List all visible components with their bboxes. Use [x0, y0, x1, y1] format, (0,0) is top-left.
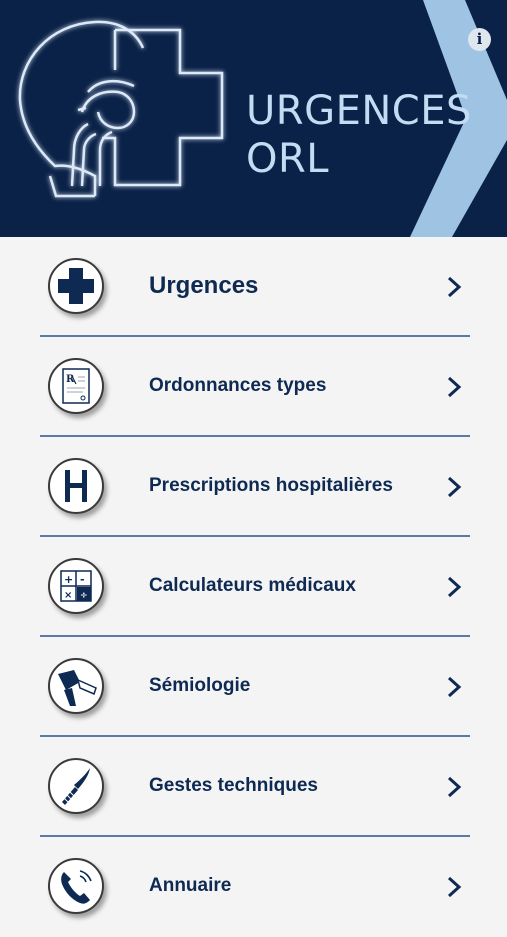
info-icon[interactable]: i	[468, 28, 491, 51]
calculator-icon: + - × ÷	[48, 558, 104, 614]
svg-text:÷: ÷	[80, 591, 88, 601]
app-title-line2: ORL	[246, 136, 330, 182]
app-title-line1: URGENCES	[246, 88, 472, 134]
chevron-right-icon	[447, 276, 462, 298]
otoscope-icon	[48, 658, 104, 714]
menu-item-calculateurs-medicaux[interactable]: + - × ÷ Calculateurs médicaux	[0, 537, 507, 637]
chevron-right-icon	[447, 476, 462, 498]
phone-icon	[48, 858, 104, 914]
menu-item-urgences[interactable]: Urgences	[0, 237, 507, 337]
svg-text:-: -	[80, 573, 85, 586]
app-header: URGENCES ORL i	[0, 0, 507, 237]
menu-item-gestes-techniques[interactable]: Gestes techniques	[0, 737, 507, 837]
menu-item-semiologie[interactable]: Sémiologie	[0, 637, 507, 737]
menu-item-label: Prescriptions hospitalières	[149, 475, 393, 496]
menu-item-label: Sémiologie	[149, 675, 251, 696]
scalpel-icon	[48, 758, 104, 814]
svg-text:×: ×	[64, 590, 72, 601]
chevron-right-icon	[447, 776, 462, 798]
hospital-icon	[48, 458, 104, 514]
chevron-right-icon	[447, 876, 462, 898]
menu-item-prescriptions-hospitalieres[interactable]: Prescriptions hospitalières	[0, 437, 507, 537]
menu-item-label: Annuaire	[149, 875, 232, 896]
menu-item-label: Gestes techniques	[149, 775, 318, 796]
menu-item-annuaire[interactable]: Annuaire	[0, 837, 507, 937]
chevron-right-icon	[447, 676, 462, 698]
svg-text:+: +	[64, 573, 73, 586]
chevron-right-icon	[447, 376, 462, 398]
prescription-icon: R	[48, 358, 104, 414]
menu-item-label: Ordonnances types	[149, 375, 327, 396]
chevron-right-icon	[447, 576, 462, 598]
menu-item-ordonnances-types[interactable]: R Ordonnances types	[0, 337, 507, 437]
menu-item-label: Urgences	[149, 272, 259, 299]
menu-item-label: Calculateurs médicaux	[149, 575, 356, 596]
medical-cross-icon	[48, 258, 104, 314]
